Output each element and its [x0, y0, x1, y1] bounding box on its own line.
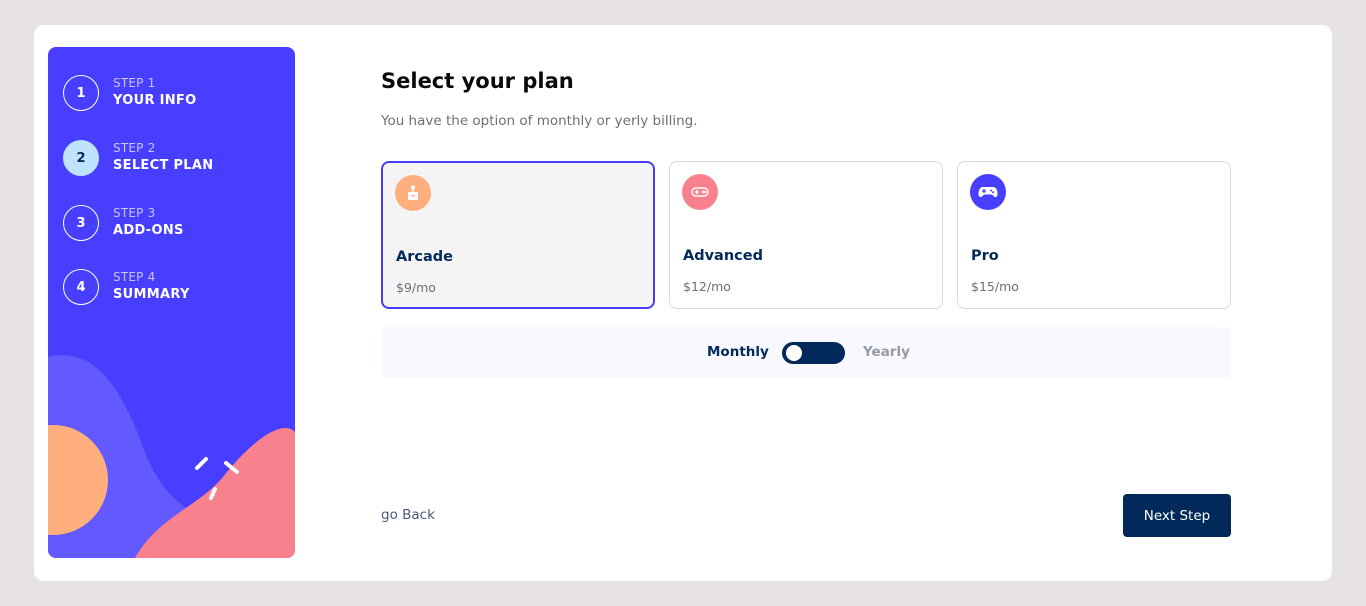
- monthly-label[interactable]: Monthly: [707, 344, 769, 360]
- step-1[interactable]: 1 STEP 1 YOUR INFO: [63, 75, 196, 111]
- step-4[interactable]: 4 STEP 4 SUMMARY: [63, 269, 190, 305]
- plan-card-pro[interactable]: Pro $15/mo: [957, 161, 1231, 309]
- toggle-knob: [786, 345, 802, 361]
- gamepad-icon: [682, 174, 718, 210]
- step-2[interactable]: 2 STEP 2 SELECT PLAN: [63, 140, 213, 176]
- step-label: STEP 4: [113, 270, 156, 284]
- go-back-link[interactable]: go Back: [381, 507, 435, 523]
- step-title: SELECT PLAN: [113, 158, 214, 173]
- form-card: 1 STEP 1 YOUR INFO 2 STEP 2 SELECT PLAN …: [34, 25, 1332, 581]
- step-number: 1: [63, 75, 99, 111]
- step-3[interactable]: 3 STEP 3 ADD-ONS: [63, 205, 184, 241]
- step-title: SUMMARY: [113, 287, 190, 302]
- plan-name: Arcade: [396, 249, 453, 265]
- step-number: 2: [63, 140, 99, 176]
- plan-card-arcade[interactable]: Arcade $9/mo: [381, 161, 655, 309]
- arcade-icon: [395, 175, 431, 211]
- page-title: Select your plan: [381, 69, 574, 93]
- plan-name: Advanced: [683, 248, 763, 264]
- plan-price: $15/mo: [971, 279, 1019, 294]
- step-label: STEP 3: [113, 206, 156, 220]
- plan-name: Pro: [971, 248, 999, 264]
- plan-price: $12/mo: [683, 279, 731, 294]
- step-number: 3: [63, 205, 99, 241]
- steps-sidebar: 1 STEP 1 YOUR INFO 2 STEP 2 SELECT PLAN …: [48, 47, 295, 558]
- step-label: STEP 2: [113, 141, 156, 155]
- plan-card-advanced[interactable]: Advanced $12/mo: [669, 161, 943, 309]
- controller-icon: [970, 174, 1006, 210]
- step-title: ADD-ONS: [113, 223, 184, 238]
- plan-price: $9/mo: [396, 280, 436, 295]
- billing-toggle[interactable]: [782, 342, 845, 364]
- main-content: Select your plan You have the option of …: [381, 25, 1231, 581]
- yearly-label[interactable]: Yearly: [863, 344, 910, 360]
- next-step-button[interactable]: Next Step: [1123, 494, 1231, 537]
- step-label: STEP 1: [113, 76, 156, 90]
- step-title: YOUR INFO: [113, 93, 197, 108]
- step-number: 4: [63, 269, 99, 305]
- page-subtitle: You have the option of monthly or yerly …: [381, 113, 698, 129]
- billing-toggle-bar: Monthly Yearly: [381, 327, 1231, 378]
